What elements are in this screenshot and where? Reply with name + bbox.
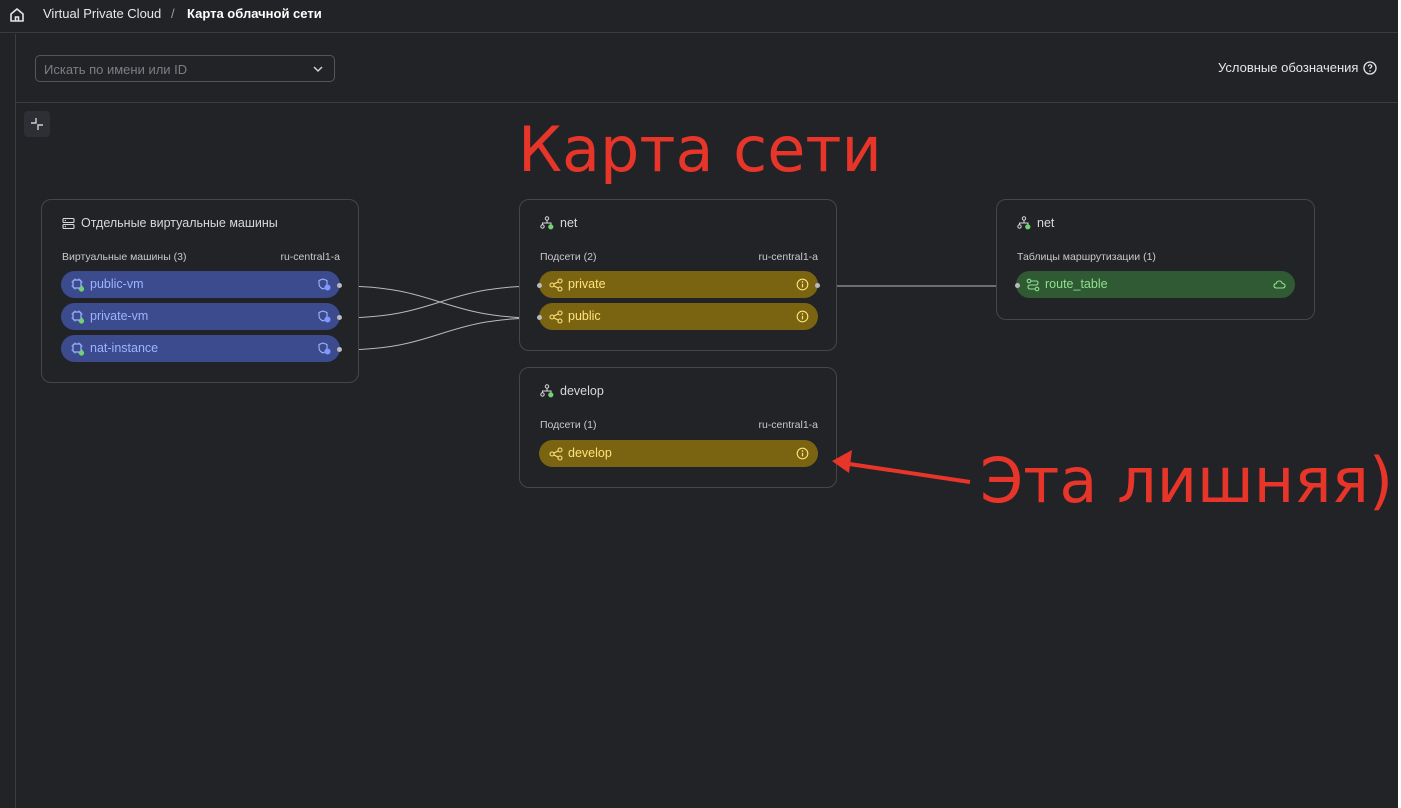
vm-item-nat-instance[interactable]: nat-instance — [61, 335, 340, 362]
link-nat-instance-public — [339, 317, 541, 351]
vm-icon — [71, 342, 85, 356]
vm-name: public-vm — [90, 277, 144, 291]
vm-group-title-text: Отдельные виртуальные машины — [81, 216, 278, 230]
info-icon[interactable] — [796, 447, 809, 460]
server-icon — [62, 217, 75, 229]
network-title: develop — [540, 384, 604, 398]
vm-item-private-vm[interactable]: private-vm — [61, 303, 340, 330]
vm-name: nat-instance — [90, 341, 159, 355]
connection-port — [537, 315, 542, 320]
network-title-text: net — [560, 216, 578, 230]
info-icon[interactable] — [796, 278, 809, 291]
connection-port — [337, 347, 342, 352]
subnet-name: develop — [568, 446, 612, 460]
network-icon — [540, 384, 554, 398]
network-icon — [1017, 216, 1031, 230]
subnet-item-private[interactable]: private — [539, 271, 818, 298]
vm-icon — [71, 310, 85, 324]
connection-port — [815, 283, 820, 288]
network-icon — [540, 216, 554, 230]
link-private-vm-private — [339, 285, 541, 319]
route-table-name: route_table — [1045, 277, 1108, 291]
cloud-icon — [1273, 280, 1286, 289]
subnet-icon — [549, 278, 563, 292]
subnet-item-public[interactable]: public — [539, 303, 818, 330]
network-title: net — [540, 216, 577, 230]
subnet-icon — [549, 447, 563, 461]
route-tables-count: Таблицы маршрутизации (1) — [1017, 251, 1156, 263]
vm-group-title: Отдельные виртуальные машины — [62, 216, 278, 230]
subnets-count: Подсети (1) — [540, 419, 597, 431]
network-title-text: net — [1037, 216, 1055, 230]
route-icon — [1026, 278, 1040, 292]
connection-port — [1015, 283, 1020, 288]
security-group-icon — [318, 278, 331, 291]
info-icon[interactable] — [796, 310, 809, 323]
subnet-name: public — [568, 309, 601, 323]
vm-icon — [71, 278, 85, 292]
network-title-text: develop — [560, 384, 604, 398]
connection-port — [537, 283, 542, 288]
connection-port — [337, 283, 342, 288]
vpc-network-map-app: Virtual Private Cloud / Карта облачной с… — [0, 0, 1398, 808]
subnets-zone: ru-central1-a — [758, 419, 818, 431]
network-card-develop: develop Подсети (1) ru-central1-a develo… — [519, 367, 837, 488]
route-tables-card: net Таблицы маршрутизации (1) route_tabl… — [996, 199, 1315, 320]
subnet-item-develop[interactable]: develop — [539, 440, 818, 467]
subnets-zone: ru-central1-a — [758, 251, 818, 263]
connection-port — [337, 315, 342, 320]
network-card-net: net Подсети (2) ru-central1-a private pu… — [519, 199, 837, 351]
subnets-count: Подсети (2) — [540, 251, 597, 263]
security-group-icon — [318, 310, 331, 323]
vm-group-subtitle: Виртуальные машины (3) — [62, 251, 187, 263]
subnet-name: private — [568, 277, 606, 291]
vm-name: private-vm — [90, 309, 149, 323]
vm-group-zone: ru-central1-a — [280, 251, 340, 263]
security-group-icon — [318, 342, 331, 355]
network-title: net — [1017, 216, 1054, 230]
subnet-icon — [549, 310, 563, 324]
vm-group-card: Отдельные виртуальные машины Виртуальные… — [41, 199, 359, 383]
route-table-item[interactable]: route_table — [1016, 271, 1295, 298]
vm-item-public-vm[interactable]: public-vm — [61, 271, 340, 298]
